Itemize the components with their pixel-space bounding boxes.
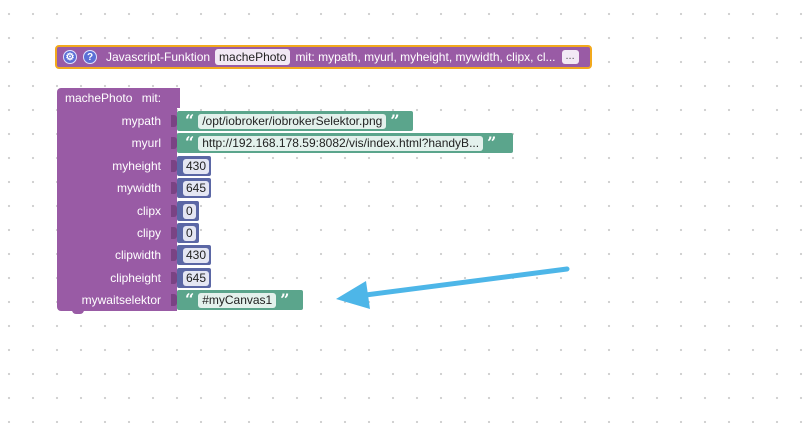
call-block-header: machePhoto mit: xyxy=(57,88,177,108)
close-quote-icon: ” xyxy=(280,290,290,309)
number-value-block[interactable]: 430 xyxy=(177,156,211,176)
number-value-block[interactable]: 0 xyxy=(177,201,199,221)
arg-label-clipheight: clipheight xyxy=(110,271,161,285)
text-value-block[interactable]: “/opt/iobroker/iobrokerSelektor.png” xyxy=(177,111,413,131)
call-block-title: machePhoto xyxy=(65,91,133,105)
number-value-block[interactable]: 645 xyxy=(177,178,211,198)
function-type-label: Javascript-Funktion xyxy=(106,50,211,64)
arg-label-mypath: mypath xyxy=(121,114,161,128)
number-value-block[interactable]: 645 xyxy=(177,268,211,288)
string-field-myurl[interactable]: http://192.168.178.59:8082/vis/index.htm… xyxy=(198,135,484,151)
number-value-block[interactable]: 0 xyxy=(177,223,199,243)
collapsed-ellipsis-button[interactable]: ... xyxy=(561,50,579,64)
open-quote-icon: “ xyxy=(185,290,195,309)
arg-label-mywidth: mywidth xyxy=(116,181,161,195)
number-field-clipy[interactable]: 0 xyxy=(183,225,196,241)
arg-label-myurl: myurl xyxy=(131,136,161,150)
call-block-with-label: mit: xyxy=(141,91,162,105)
string-field-mywaitselektor[interactable]: #myCanvas1 xyxy=(198,292,277,308)
number-field-clipheight[interactable]: 645 xyxy=(183,270,210,286)
arg-label-clipx: clipx xyxy=(136,204,161,218)
number-field-myheight[interactable]: 430 xyxy=(183,158,210,174)
close-quote-icon: ” xyxy=(390,111,400,130)
arg-label-clipy: clipy xyxy=(136,226,161,240)
arg-label-clipwidth: clipwidth xyxy=(114,248,161,262)
string-field-mypath[interactable]: /opt/iobroker/iobrokerSelektor.png xyxy=(198,113,387,129)
arg-label-mywaitselektor: mywaitselektor xyxy=(81,293,161,307)
function-params-text: mit: mypath, myurl, myheight, mywidth, c… xyxy=(295,50,556,64)
number-field-mywidth[interactable]: 645 xyxy=(183,180,210,196)
text-value-block[interactable]: “#myCanvas1” xyxy=(177,290,303,310)
number-value-block[interactable]: 430 xyxy=(177,245,211,265)
gear-icon[interactable]: ⚙ xyxy=(63,50,77,64)
open-quote-icon: “ xyxy=(185,133,195,152)
help-icon[interactable]: ? xyxy=(83,50,97,64)
function-definition-block[interactable]: ⚙ ? Javascript-Funktion machePhoto mit: … xyxy=(55,45,592,69)
open-quote-icon: “ xyxy=(185,111,195,130)
arg-label-myheight: myheight xyxy=(112,159,161,173)
function-name-field[interactable]: machePhoto xyxy=(215,49,291,65)
text-value-block[interactable]: “http://192.168.178.59:8082/vis/index.ht… xyxy=(177,133,513,153)
number-field-clipx[interactable]: 0 xyxy=(183,203,196,219)
number-field-clipwidth[interactable]: 430 xyxy=(183,247,210,263)
close-quote-icon: ” xyxy=(487,133,497,152)
